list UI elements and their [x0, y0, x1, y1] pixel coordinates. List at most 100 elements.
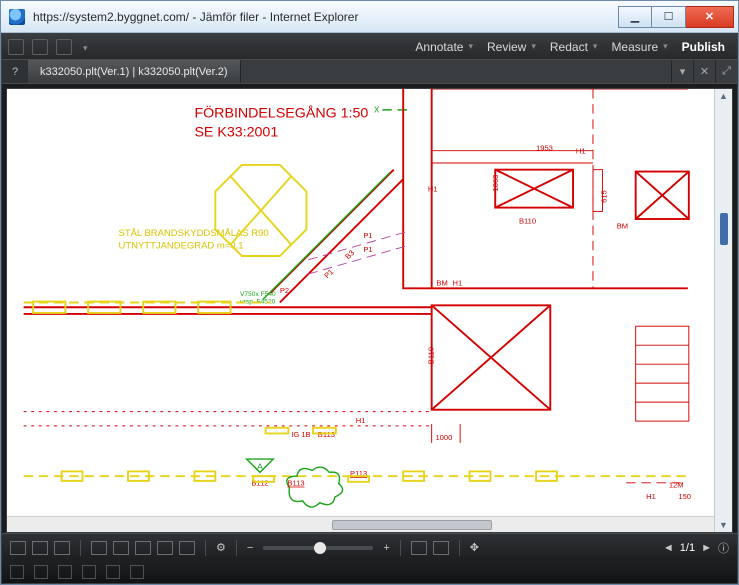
lbl-bm2: BM — [617, 221, 628, 230]
toolbar-sep4 — [400, 540, 401, 556]
lbl-b113b: B113 — [287, 479, 304, 488]
menu-redact-label: Redact — [550, 40, 588, 54]
tool-save-icon[interactable] — [32, 39, 48, 55]
menu-review[interactable]: Review — [481, 40, 542, 54]
tool-print-icon[interactable] — [56, 39, 72, 55]
viewer-app: Annotate Review Redact Measure Publish ?… — [1, 33, 738, 584]
cad-stal-line1: STÅL BRANDSKYDDSMÅLAS R90 — [119, 228, 269, 239]
pan-crosshair-icon[interactable]: ✥ — [470, 541, 479, 554]
ie-favicon-icon — [9, 9, 25, 25]
dim-615: 615 — [599, 190, 608, 203]
view-tile-icon[interactable] — [54, 541, 70, 555]
status-refresh-icon[interactable] — [10, 565, 24, 579]
menu-measure-label: Measure — [611, 40, 658, 54]
lbl-ig1b: IG 1B — [291, 430, 310, 439]
lbl-p1b: P1 — [363, 245, 372, 254]
workspace: FÖRBINDELSEGÅNG 1:50 SE K33:2001 X STÅL … — [2, 84, 737, 533]
page-help-icon[interactable]: ⓘ — [718, 540, 729, 556]
menu-review-label: Review — [487, 40, 526, 54]
fit-page-icon[interactable] — [411, 541, 427, 555]
compare-mode-group — [91, 541, 195, 555]
cad-title-line1: FÖRBINDELSEGÅNG 1:50 — [194, 103, 368, 121]
dim-1953: 1953 — [536, 144, 553, 153]
toolbar-sep5 — [459, 540, 460, 556]
view-split-icon[interactable] — [32, 541, 48, 555]
scroll-down-icon[interactable]: ▼ — [719, 520, 728, 530]
status-thumbnails-icon[interactable] — [106, 565, 120, 579]
page-total: /1 — [686, 542, 695, 554]
help-icon[interactable]: ? — [2, 60, 28, 83]
document-tab[interactable]: k332050.plt(Ver.1) | k332050.plt(Ver.2) — [28, 60, 241, 83]
menu-annotate-label: Annotate — [415, 40, 463, 54]
tab-close[interactable]: ✕ — [693, 60, 715, 83]
view-single-icon[interactable] — [10, 541, 26, 555]
horizontal-scroll-thumb[interactable] — [332, 520, 492, 530]
dim-1000: 1000 — [435, 433, 452, 442]
dim-1063: 1063 — [491, 175, 500, 192]
toolbar-sep2 — [205, 540, 206, 556]
compare-d-icon[interactable] — [157, 541, 173, 555]
dim-150: 150 — [678, 492, 691, 501]
tab-spacer — [241, 60, 671, 83]
tab-bar: ? k332050.plt(Ver.1) | k332050.plt(Ver.2… — [2, 60, 737, 84]
settings-gear-icon[interactable]: ⚙ — [216, 541, 226, 554]
page-prev-icon[interactable]: ◄ — [663, 542, 674, 554]
status-bar — [2, 561, 737, 583]
compare-a-icon[interactable] — [91, 541, 107, 555]
tool-more-chevron-icon[interactable] — [80, 40, 88, 54]
lbl-p2: P2 — [280, 286, 289, 295]
lbl-p1a: P1 — [363, 231, 372, 240]
toolbar-sep3 — [236, 540, 237, 556]
lbl-b3: B3 — [343, 248, 356, 261]
lbl-b110b: B110 — [427, 347, 436, 364]
left-tool-group — [8, 39, 88, 55]
toolbar-sep — [80, 540, 81, 556]
status-search-icon[interactable] — [34, 565, 48, 579]
scroll-up-icon[interactable]: ▲ — [719, 91, 728, 101]
window-title: https://system2.byggnet.com/ - Jämför fi… — [33, 10, 618, 24]
zoom-in-icon[interactable]: + — [383, 542, 389, 554]
cad-x-marker: X — [374, 105, 380, 115]
zoom-slider[interactable] — [263, 546, 373, 550]
minimize-button[interactable] — [618, 6, 652, 28]
horizontal-scrollbar[interactable] — [7, 516, 714, 532]
status-layers-icon[interactable] — [130, 565, 144, 579]
menu-publish[interactable]: Publish — [676, 40, 731, 54]
vertical-scroll-thumb[interactable] — [720, 213, 728, 245]
tab-dropdown[interactable]: ▾ — [671, 60, 693, 83]
lbl-h1d: H1 — [356, 416, 366, 425]
status-folder-icon[interactable] — [82, 565, 96, 579]
menu-publish-label: Publish — [682, 40, 725, 54]
lbl-b110a: B110 — [519, 217, 536, 226]
compare-c-icon[interactable] — [135, 541, 151, 555]
cad-stal-line2: UTNYTTJANDEGRAD m=0,1 — [119, 240, 244, 251]
compare-b-icon[interactable] — [113, 541, 129, 555]
bottom-toolbar: ⚙ − + ✥ ◄ 1/1 ► ⓘ — [2, 533, 737, 561]
tool-open-icon[interactable] — [8, 39, 24, 55]
view-mode-group — [10, 541, 70, 555]
maximize-button[interactable] — [652, 6, 686, 28]
status-monitor-icon[interactable] — [58, 565, 72, 579]
page-indicator: ◄ 1/1 ► ⓘ — [663, 540, 729, 556]
menu-bar: Annotate Review Redact Measure Publish — [2, 34, 737, 60]
menu-annotate[interactable]: Annotate — [409, 40, 479, 54]
compare-e-icon[interactable] — [179, 541, 195, 555]
menu-redact[interactable]: Redact — [544, 40, 604, 54]
lbl-h1a: H1 — [576, 147, 586, 156]
cad-svg: FÖRBINDELSEGÅNG 1:50 SE K33:2001 X STÅL … — [7, 89, 714, 516]
vertical-scrollbar[interactable]: ▲ ▼ — [714, 89, 732, 532]
zoom-slider-knob[interactable] — [314, 542, 326, 554]
page-next-icon[interactable]: ► — [701, 542, 712, 554]
close-button[interactable] — [686, 6, 734, 28]
document-tab-label: k332050.plt(Ver.1) | k332050.plt(Ver.2) — [40, 66, 228, 78]
tab-expand-icon[interactable]: ⤢ — [715, 60, 737, 83]
zoom-out-icon[interactable]: − — [247, 542, 253, 554]
cad-viewport: FÖRBINDELSEGÅNG 1:50 SE K33:2001 X STÅL … — [7, 89, 714, 516]
menu-measure[interactable]: Measure — [605, 40, 673, 54]
fit-group — [411, 541, 449, 555]
drawing-canvas[interactable]: FÖRBINDELSEGÅNG 1:50 SE K33:2001 X STÅL … — [6, 88, 733, 533]
lbl-bm: BM — [436, 278, 447, 287]
browser-window: https://system2.byggnet.com/ - Jämför fi… — [0, 0, 739, 585]
fit-width-icon[interactable] — [433, 541, 449, 555]
window-buttons — [618, 6, 734, 28]
